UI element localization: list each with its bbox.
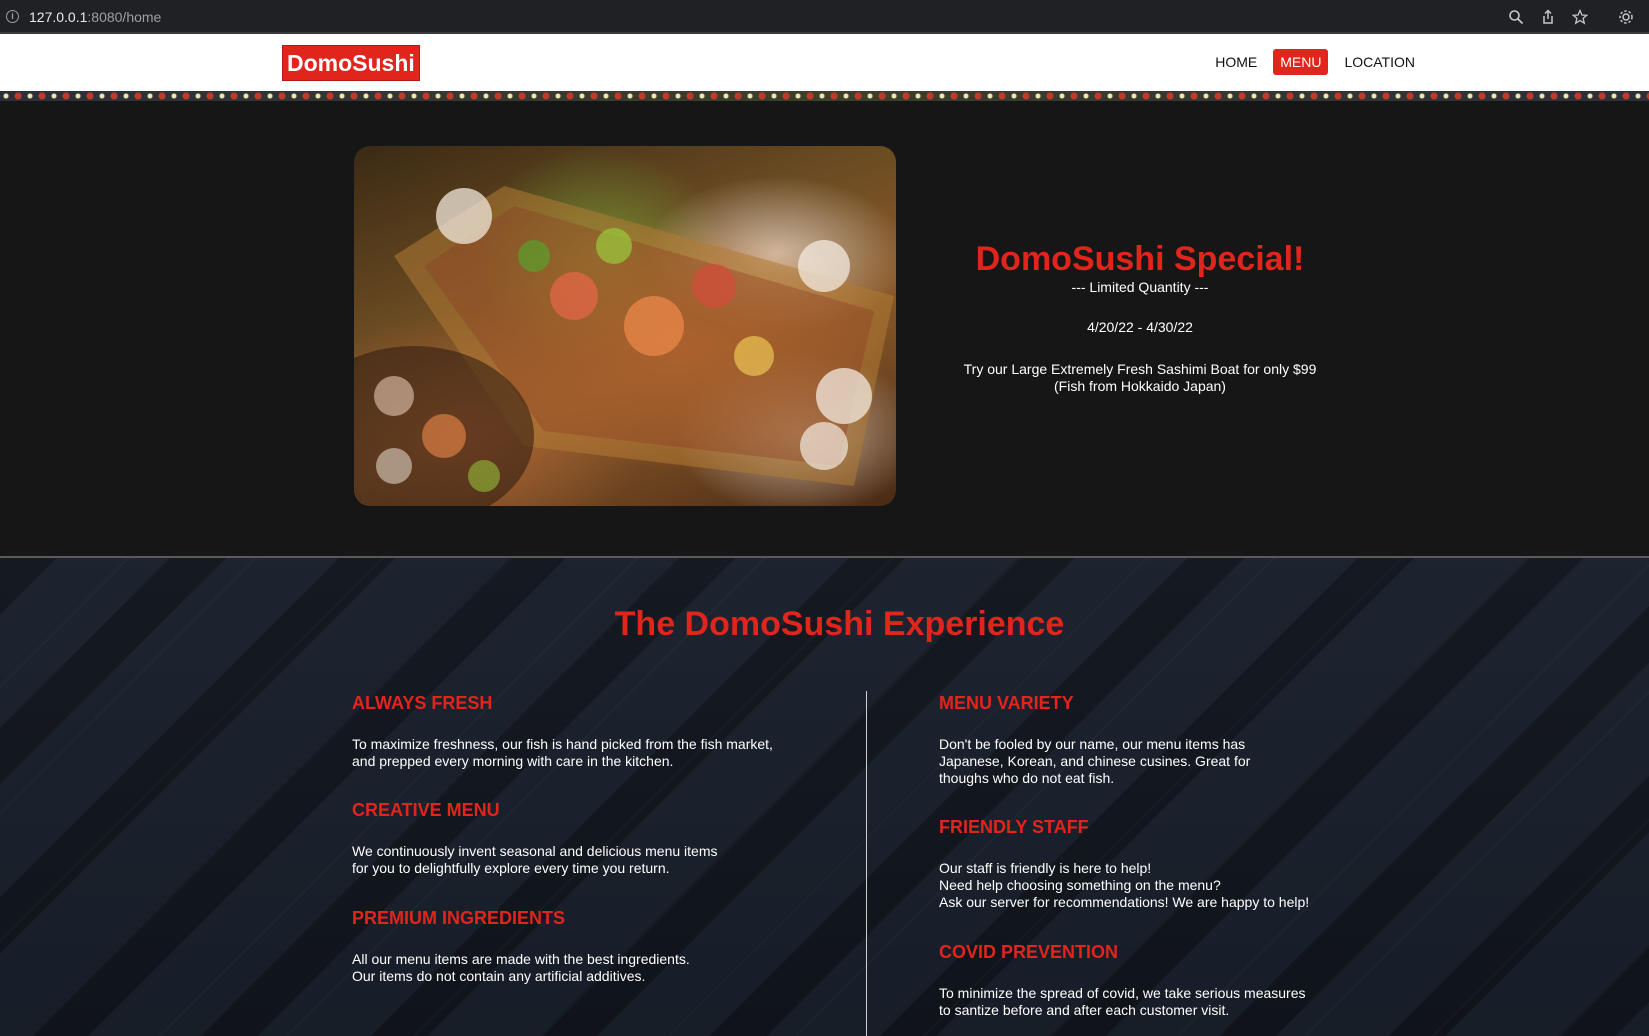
browser-address-bar[interactable]: i 127.0.0.1:8080/home — [0, 0, 1649, 34]
feature-body: To minimize the spread of covid, we take… — [939, 985, 1306, 1018]
nav-menu[interactable]: MENU — [1273, 49, 1329, 75]
feature-heading: COVID PREVENTION — [939, 942, 1119, 962]
special-details: DomoSushi Special! --- Limited Quantity … — [920, 239, 1360, 395]
feature-always-fresh: ALWAYS FRESH To maximize freshness, our … — [352, 692, 773, 770]
feature-body: Our staff is friendly is here to help! N… — [939, 860, 1310, 910]
nav-location[interactable]: LOCATION — [1337, 49, 1422, 75]
decorative-pattern-strip — [0, 91, 1649, 101]
feature-body: Don't be fooled by our name, our menu it… — [939, 736, 1251, 786]
feature-friendly-staff: FRIENDLY STAFF Our staff is friendly is … — [939, 816, 1309, 911]
bookmark-star-icon[interactable] — [1569, 6, 1591, 28]
url-text[interactable]: 127.0.0.1:8080/home — [29, 9, 161, 25]
feature-body: All our menu items are made with the bes… — [352, 951, 690, 984]
feature-menu-variety: MENU VARIETY Don't be fooled by our name… — [939, 692, 1250, 787]
special-title: DomoSushi Special! — [975, 240, 1305, 278]
feature-body: To maximize freshness, our fish is hand … — [352, 736, 773, 769]
info-icon[interactable]: i — [6, 10, 19, 23]
browser-actions — [1505, 6, 1637, 28]
feature-premium-ingredients: PREMIUM INGREDIENTS All our menu items a… — [352, 907, 690, 985]
extension-icon[interactable] — [1615, 6, 1637, 28]
feature-heading: MENU VARIETY — [939, 693, 1074, 713]
special-dates: 4/20/22 - 4/30/22 — [1087, 319, 1193, 335]
feature-body: We continuously invent seasonal and deli… — [352, 843, 718, 876]
special-offer-origin: (Fish from Hokkaido Japan) — [1054, 378, 1226, 394]
sashimi-boat-image — [354, 146, 896, 506]
nav-home[interactable]: HOME — [1208, 49, 1264, 75]
main-nav: HOME MENU LOCATION — [1208, 49, 1422, 75]
share-icon[interactable] — [1537, 6, 1559, 28]
site-logo[interactable]: DomoSushi — [282, 45, 420, 81]
feature-heading: FRIENDLY STAFF — [939, 817, 1089, 837]
site-header: DomoSushi HOME MENU LOCATION — [0, 34, 1649, 91]
url-path: :8080/home — [87, 9, 162, 25]
zoom-icon[interactable] — [1505, 6, 1527, 28]
feature-covid-prevention: COVID PREVENTION To minimize the spread … — [939, 941, 1306, 1019]
special-offer: Try our Large Extremely Fresh Sashimi Bo… — [963, 361, 1317, 377]
column-divider — [866, 691, 867, 1036]
url-host: 127.0.0.1 — [29, 9, 88, 25]
experience-title: The DomoSushi Experience — [614, 605, 1065, 643]
feature-heading: CREATIVE MENU — [352, 800, 500, 820]
special-subtitle: --- Limited Quantity --- — [1071, 279, 1209, 295]
feature-creative-menu: CREATIVE MENU We continuously invent sea… — [352, 799, 718, 877]
special-section: DomoSushi Special! --- Limited Quantity … — [0, 101, 1649, 556]
feature-heading: PREMIUM INGREDIENTS — [352, 908, 566, 928]
feature-heading: ALWAYS FRESH — [352, 693, 493, 713]
experience-section: The DomoSushi Experience ALWAYS FRESH To… — [0, 558, 1649, 1036]
